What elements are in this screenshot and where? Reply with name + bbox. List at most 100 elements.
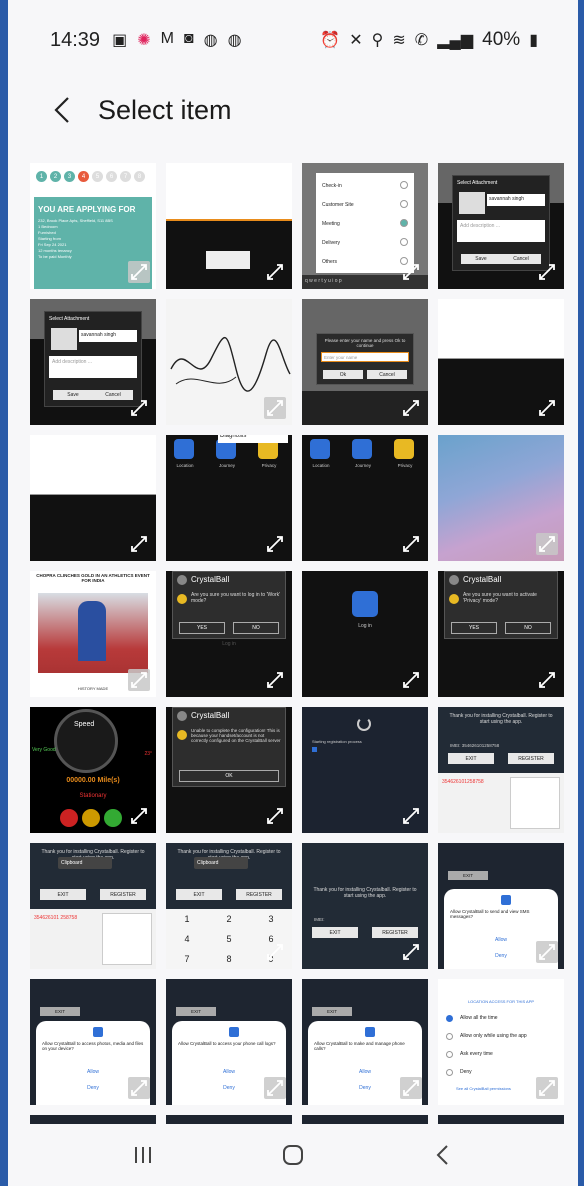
description-field[interactable]: Add description ... [49,356,137,378]
ok-button[interactable]: OK [179,770,279,782]
thumbnail-permission[interactable]: EXIT Allow CrystalBall to access your pho… [166,979,292,1105]
exit-button[interactable]: EXIT [312,927,358,938]
thumbnail-icons-menu[interactable]: Location Journey Privacy Diagnosis [166,435,292,561]
expand-icon[interactable] [536,805,558,827]
location-option[interactable]: Ask every time [460,1051,493,1057]
app-icon[interactable] [174,439,194,459]
no-button[interactable]: NO [233,622,279,634]
location-option[interactable]: Allow only while using the app [460,1033,527,1039]
keypad-key[interactable]: 1 [166,909,208,929]
option-item[interactable]: Others [322,259,337,265]
expand-icon[interactable] [128,941,150,963]
exit-button[interactable]: EXIT [448,871,488,880]
expand-icon[interactable] [264,261,286,283]
keypad-key[interactable]: 7 [166,949,208,969]
register-button[interactable]: REGISTER [100,889,146,900]
name-input[interactable]: Enter your name [321,352,409,362]
allow-button[interactable]: Allow [308,1069,422,1075]
no-button[interactable]: NO [505,622,551,634]
thumbnail-install[interactable]: Thank you for installing Crystalball. Re… [438,707,564,833]
thumbnail-login[interactable]: Log in [302,571,428,697]
description-field[interactable]: Add description ... [457,220,545,242]
radio-icon[interactable] [446,1033,453,1040]
expand-icon[interactable] [128,669,150,691]
permissions-link[interactable]: See all CrystalBall permissions [456,1086,511,1091]
thumbnail-install-plain[interactable]: Thank you for installing Crystalball. Re… [302,843,428,969]
option-item[interactable]: Check-in [322,183,342,189]
option-item[interactable]: Meeting [322,221,340,227]
register-button[interactable]: REGISTER [508,753,554,764]
expand-icon[interactable] [264,533,286,555]
cancel-button[interactable]: Cancel [367,370,407,379]
expand-icon[interactable] [400,1077,422,1099]
thumbnail-name-dialog[interactable]: Please enter your name and press Ok to c… [302,299,428,425]
thumbnail-spinner[interactable]: Starting registration process [302,707,428,833]
home-icon[interactable] [263,1135,323,1175]
expand-icon[interactable] [536,669,558,691]
radio-icon[interactable] [400,181,408,189]
expand-icon[interactable] [536,533,558,555]
thumbnail-gradient[interactable] [438,435,564,561]
expand-icon[interactable] [264,669,286,691]
radio-icon[interactable] [446,1051,453,1058]
allow-button[interactable]: Allow [172,1069,286,1075]
expand-icon[interactable] [264,941,286,963]
name-field[interactable]: savannah singh [79,330,137,342]
thumbnail-crystal-error[interactable]: CrystalBall Unable to complete the config… [166,707,292,833]
expand-icon[interactable] [128,533,150,555]
exit-button[interactable]: EXIT [176,1007,216,1016]
expand-icon[interactable] [128,1077,150,1099]
expand-icon[interactable] [264,1077,286,1099]
radio-icon[interactable] [400,219,408,227]
thumbnail-icons-menu[interactable]: Location Journey Privacy [302,435,428,561]
thumbnail-applying[interactable]: 1 2 3 4 5 6 7 8 YOU ARE APPLYING FOR 232, Brook P… [30,163,156,289]
ok-button[interactable]: Ok [323,370,363,379]
keypad-key[interactable]: 4 [166,929,208,949]
radio-icon[interactable] [446,1015,453,1022]
thumbnail-attachment[interactable]: Select Attachment savannah singh Add descr… [30,299,156,425]
thumbnail-install-clip[interactable]: Thank you for installing Crystalball. Re… [30,843,156,969]
save-button[interactable]: Save [461,254,501,264]
name-field[interactable]: savannah singh [487,194,545,206]
thumbnail-athlete[interactable]: CHOPRA CLINCHES GOLD IN AN ATHLETICS EVE… [30,571,156,697]
thumbnail-permission[interactable]: EXIT Allow CrystalBall to send and view S… [438,843,564,969]
thumbnail-crystal-dialog[interactable]: CrystalBall Are you sure you want to log … [166,571,292,697]
clipboard-popup[interactable]: Clipboard [194,857,248,869]
expand-icon[interactable] [264,805,286,827]
expand-icon[interactable] [128,261,150,283]
clipboard-popup[interactable]: Clipboard [58,857,112,869]
register-button[interactable]: REGISTER [372,927,418,938]
register-button[interactable]: REGISTER [236,889,282,900]
location-option[interactable]: Allow all the time [460,1015,498,1021]
thumbnail-list[interactable]: Check-in Customer Site Meeting Delivery Othe… [302,163,428,289]
thumbnail-speedo[interactable]: Speed Very Good 23° 00000.00 Mile(s) Station… [30,707,156,833]
key-app-icon[interactable] [352,591,378,617]
thumbnail-permission[interactable]: EXIT Allow CrystalBall to access photos, … [30,979,156,1105]
thumbnail-white-top[interactable] [438,299,564,425]
radio-icon[interactable] [400,200,408,208]
expand-icon[interactable] [128,805,150,827]
exit-button[interactable]: EXIT [448,753,494,764]
popup-menu[interactable]: Diagnosis [218,435,288,443]
thumbnail-attachment[interactable]: Select Attachment savannah singh Add descr… [438,163,564,289]
expand-icon[interactable] [400,397,422,419]
expand-icon[interactable] [400,533,422,555]
thumbnail-install-keypad[interactable]: Thank you for installing Crystalball. Re… [166,843,292,969]
expand-icon[interactable] [536,1077,558,1099]
back-icon[interactable] [413,1135,473,1175]
yes-button[interactable]: YES [179,622,225,634]
expand-icon[interactable] [536,397,558,419]
radio-icon[interactable] [400,238,408,246]
keypad-key[interactable]: 8 [208,949,250,969]
thumbnail-permission[interactable]: EXIT Allow CrystalBall to make and manage… [302,979,428,1105]
app-icon[interactable] [310,439,330,459]
expand-icon[interactable] [264,397,286,419]
option-item[interactable]: Delivery [322,240,340,246]
exit-button[interactable]: EXIT [40,889,86,900]
app-icon[interactable] [352,439,372,459]
back-arrow-icon[interactable] [48,90,76,130]
save-button[interactable]: Save [53,390,93,400]
expand-icon[interactable] [128,397,150,419]
allow-button[interactable]: Allow [36,1069,150,1075]
keypad-key[interactable]: 3 [250,909,292,929]
